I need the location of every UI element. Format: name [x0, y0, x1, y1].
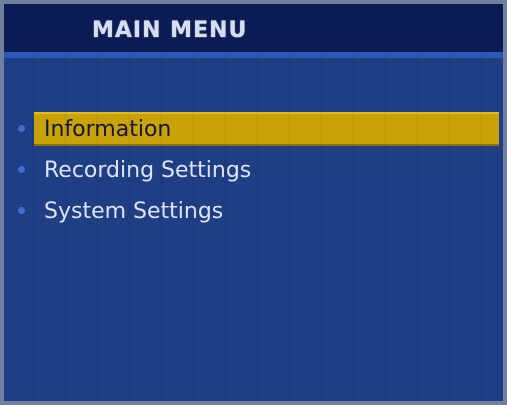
- menu-item-information[interactable]: Information: [4, 112, 503, 146]
- bullet-icon: [18, 125, 25, 132]
- main-menu-screen: MAIN MENU Information Recording Settings…: [0, 0, 507, 405]
- menu-item-label[interactable]: Recording Settings: [34, 153, 499, 187]
- page-title: MAIN MENU: [92, 18, 248, 43]
- bullet-icon: [18, 207, 25, 214]
- bullet-icon: [18, 166, 25, 173]
- main-menu-list: Information Recording Settings System Se…: [4, 112, 503, 235]
- menu-header: MAIN MENU: [4, 4, 503, 56]
- menu-item-system-settings[interactable]: System Settings: [4, 194, 503, 228]
- menu-item-recording-settings[interactable]: Recording Settings: [4, 153, 503, 187]
- menu-item-label[interactable]: Information: [34, 112, 499, 146]
- menu-item-label[interactable]: System Settings: [34, 194, 499, 228]
- header-divider: [4, 52, 503, 58]
